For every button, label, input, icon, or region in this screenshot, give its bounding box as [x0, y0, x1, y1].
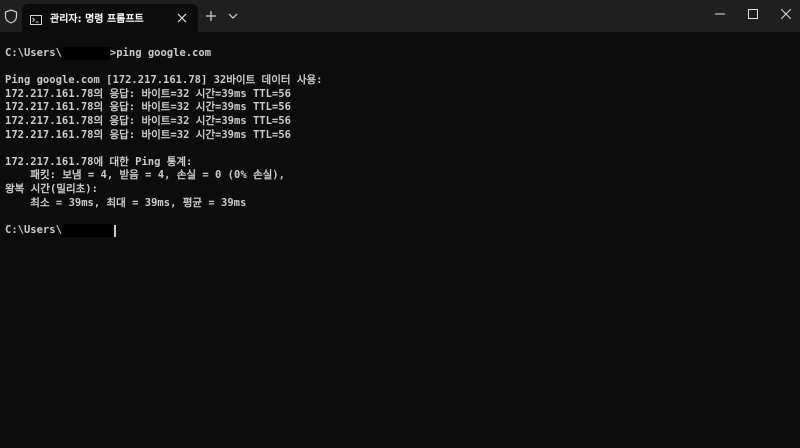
tab-title: 관리자: 명령 프롬프트: [50, 14, 144, 25]
stats-header: 172.217.161.78에 대한 Ping 통계:: [5, 155, 193, 168]
command-line: C:\Users\ >ping google.com: [5, 47, 795, 61]
title-bar: 관리자: 명령 프롬프트: [0, 0, 800, 32]
close-window-button[interactable]: [763, 0, 800, 30]
ping-header: Ping google.com [172.217.161.78] 32바이트 데…: [5, 74, 323, 87]
tab-command-prompt[interactable]: 관리자: 명령 프롬프트: [22, 4, 198, 32]
packets-line: 패킷: 보냄 = 4, 받음 = 4, 손실 = 0 (0% 손실),: [5, 169, 285, 182]
close-icon: [781, 9, 791, 19]
text-cursor: [113, 224, 116, 237]
reply-line: 172.217.161.78의 응답: 바이트=32 시간=39ms TTL=5…: [5, 87, 291, 100]
maximize-icon: [748, 9, 758, 19]
terminal-window: 관리자: 명령 프롬프트 C:\Users\ >ping google.com …: [0, 0, 800, 448]
close-icon[interactable]: [174, 10, 190, 26]
console-output[interactable]: C:\Users\ >ping google.com Ping google.co…: [5, 47, 795, 237]
redacted-username: [61, 223, 114, 237]
command-text: >ping google.com: [109, 47, 212, 59]
chevron-down-icon[interactable]: [226, 8, 240, 24]
reply-line: 172.217.161.78의 응답: 바이트=32 시간=39ms TTL=5…: [5, 128, 291, 141]
rtt-header: 왕복 시간(밀리초):: [5, 182, 98, 195]
redacted-username: [61, 47, 110, 60]
current-prompt: C:\Users\: [5, 223, 795, 238]
minimize-icon: [715, 13, 725, 15]
prompt-path: C:\Users\: [5, 223, 62, 236]
reply-line: 172.217.161.78의 응답: 바이트=32 시간=39ms TTL=5…: [5, 101, 291, 114]
reply-line: 172.217.161.78의 응답: 바이트=32 시간=39ms TTL=5…: [5, 114, 291, 127]
rtt-values: 최소 = 39ms, 최대 = 39ms, 평균 = 39ms: [5, 196, 247, 209]
prompt-path: C:\Users\: [5, 47, 62, 59]
terminal-icon: [30, 12, 42, 25]
plus-icon[interactable]: [203, 8, 219, 24]
shield-icon: [4, 9, 18, 24]
